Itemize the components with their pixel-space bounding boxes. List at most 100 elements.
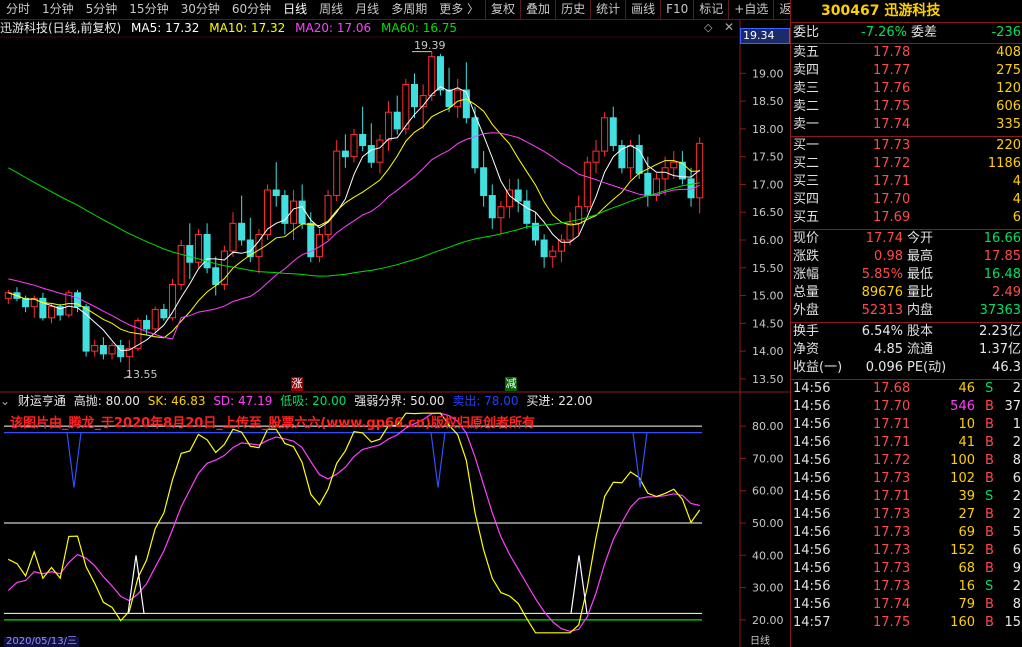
chart-canvas[interactable]: 19.00 18.50 18.00 17.50 17.00 16.50 16.00 15.50… bbox=[0, 0, 790, 647]
sell-signal-spike bbox=[66, 432, 82, 488]
finance-label: 换手 bbox=[793, 324, 820, 339]
bid-label: 买三 bbox=[793, 174, 820, 189]
candle-body bbox=[220, 250, 228, 285]
price-tick-label: 17.50 bbox=[752, 151, 784, 164]
candle-body bbox=[324, 195, 332, 235]
bid-row: 买五 17.69 6 bbox=[791, 209, 1022, 227]
stat-value: 17.85 bbox=[983, 249, 1021, 264]
indicator-buy: 买进: 22.00 bbox=[526, 394, 593, 408]
stat-label: 涨幅 bbox=[793, 267, 820, 282]
tick-time: 14:56 bbox=[793, 435, 831, 450]
ask-label: 卖四 bbox=[793, 63, 820, 78]
stat-row: 涨跌 0.98 最高 17.85 bbox=[791, 248, 1022, 266]
stat-value: 16.66 bbox=[983, 231, 1021, 246]
tick-volume: 16 bbox=[958, 579, 975, 594]
bid-price: 17.69 bbox=[873, 210, 911, 225]
tick-side: B bbox=[985, 399, 994, 414]
candle-body bbox=[203, 233, 211, 269]
indicator-sd: SD: 47.19 bbox=[213, 394, 273, 408]
tick-count: 6 bbox=[1012, 471, 1021, 486]
tick-price: 17.73 bbox=[873, 507, 911, 522]
indicator-tick-label: 40.00 bbox=[752, 549, 784, 562]
bid-price: 17.73 bbox=[873, 138, 911, 153]
tick-count: 6 bbox=[1012, 543, 1021, 558]
tick-list[interactable]: 14:56 17.68 46 S 2 14:56 17.70 546 B 37 14:56 17.71… bbox=[791, 380, 1022, 632]
price-tick-label: 18.00 bbox=[752, 123, 784, 136]
candle-body bbox=[117, 345, 125, 358]
candle-body bbox=[376, 139, 384, 163]
tick-row: 14:56 17.73 16 S 2 bbox=[791, 578, 1022, 596]
candle-body bbox=[644, 172, 652, 197]
tick-row: 14:56 17.74 79 B 8 bbox=[791, 596, 1022, 614]
tick-row: 14:56 17.73 68 B 9 bbox=[791, 560, 1022, 578]
candle-body bbox=[428, 56, 436, 97]
tick-row: 14:56 17.72 100 B 8 bbox=[791, 452, 1022, 470]
ma5-line bbox=[8, 86, 701, 352]
candle-body bbox=[592, 150, 600, 163]
tick-volume: 39 bbox=[958, 489, 975, 504]
candle-body bbox=[540, 239, 548, 258]
indicator-tick-label: 80.00 bbox=[752, 420, 784, 433]
candle-body bbox=[601, 117, 609, 152]
tick-price: 17.73 bbox=[873, 561, 911, 576]
finance-value: 0.096 bbox=[865, 360, 903, 375]
stat-label: 内盘 bbox=[907, 303, 934, 318]
tick-row: 14:56 17.71 41 B 2 bbox=[791, 434, 1022, 452]
stat-label: 最低 bbox=[907, 267, 934, 282]
candle-body bbox=[471, 117, 479, 169]
tick-side: B bbox=[985, 561, 994, 576]
finance-row: 净资 4.85 流通 1.37亿 bbox=[791, 341, 1022, 359]
tick-price: 17.70 bbox=[873, 399, 911, 414]
bid-label: 买一 bbox=[793, 138, 820, 153]
tick-count: 37 bbox=[1004, 399, 1021, 414]
bid-row: 买二 17.72 1186 bbox=[791, 155, 1022, 173]
weicha-value: -236 bbox=[991, 25, 1021, 40]
candle-body bbox=[385, 111, 393, 141]
finance-value: 6.54% bbox=[861, 324, 903, 339]
stat-row: 现价 17.74 今开 16.66 bbox=[791, 230, 1022, 248]
ask-volume: 606 bbox=[996, 99, 1021, 114]
price-tick-label: 16.50 bbox=[752, 206, 784, 219]
tick-side: S bbox=[985, 381, 994, 396]
candle-body bbox=[566, 222, 574, 241]
tick-count: 2 bbox=[1012, 489, 1021, 504]
candle-body bbox=[212, 267, 220, 285]
tick-side: B bbox=[985, 471, 994, 486]
tick-time: 14:56 bbox=[793, 579, 831, 594]
ask-book: 卖五 17.78 408 卖四 17.77 275 卖三 17.76 120 卖二 17.75 606… bbox=[791, 44, 1022, 137]
stat-row: 涨幅 5.85% 最低 16.48 bbox=[791, 266, 1022, 284]
candle-body bbox=[229, 222, 237, 252]
candle-body bbox=[497, 206, 505, 219]
tick-side: B bbox=[985, 615, 994, 630]
tick-volume: 46 bbox=[958, 381, 975, 396]
bid-row: 买三 17.71 4 bbox=[791, 173, 1022, 191]
sell-signal-spike bbox=[430, 432, 446, 488]
ask-price: 17.74 bbox=[873, 117, 911, 132]
candle-body bbox=[549, 250, 557, 258]
low-price-label: 13.55 bbox=[126, 368, 158, 381]
ask-price: 17.76 bbox=[873, 81, 911, 96]
ask-row: 卖二 17.75 606 bbox=[791, 98, 1022, 116]
tick-time: 14:56 bbox=[793, 453, 831, 468]
candle-body bbox=[523, 200, 531, 224]
stat-row: 总量 89676 量比 2.49 bbox=[791, 284, 1022, 302]
date-label: 2020/05/13/三 bbox=[4, 636, 80, 647]
indicator-name[interactable]: 财运亨通 bbox=[18, 394, 66, 408]
x-axis-period-label: 日线 bbox=[750, 636, 770, 647]
tick-volume: 102 bbox=[950, 471, 975, 486]
signal-zhang: 涨 bbox=[291, 377, 303, 391]
candle-body bbox=[367, 145, 375, 163]
tick-side: B bbox=[985, 597, 994, 612]
tick-volume: 79 bbox=[958, 597, 975, 612]
price-tick-label: 14.00 bbox=[752, 345, 784, 358]
tick-price: 17.73 bbox=[873, 471, 911, 486]
signal-jian: 减 bbox=[505, 377, 517, 391]
tick-count: 2 bbox=[1012, 579, 1021, 594]
tick-price: 17.73 bbox=[873, 579, 911, 594]
price-tick-label: 16.00 bbox=[752, 234, 784, 247]
ask-volume: 275 bbox=[996, 63, 1021, 78]
price-tick-label: 17.00 bbox=[752, 178, 784, 191]
tick-side: B bbox=[985, 435, 994, 450]
finance-value: 1.37亿 bbox=[979, 342, 1021, 357]
indicator-toggle-icon[interactable]: ⌄ bbox=[0, 394, 10, 408]
